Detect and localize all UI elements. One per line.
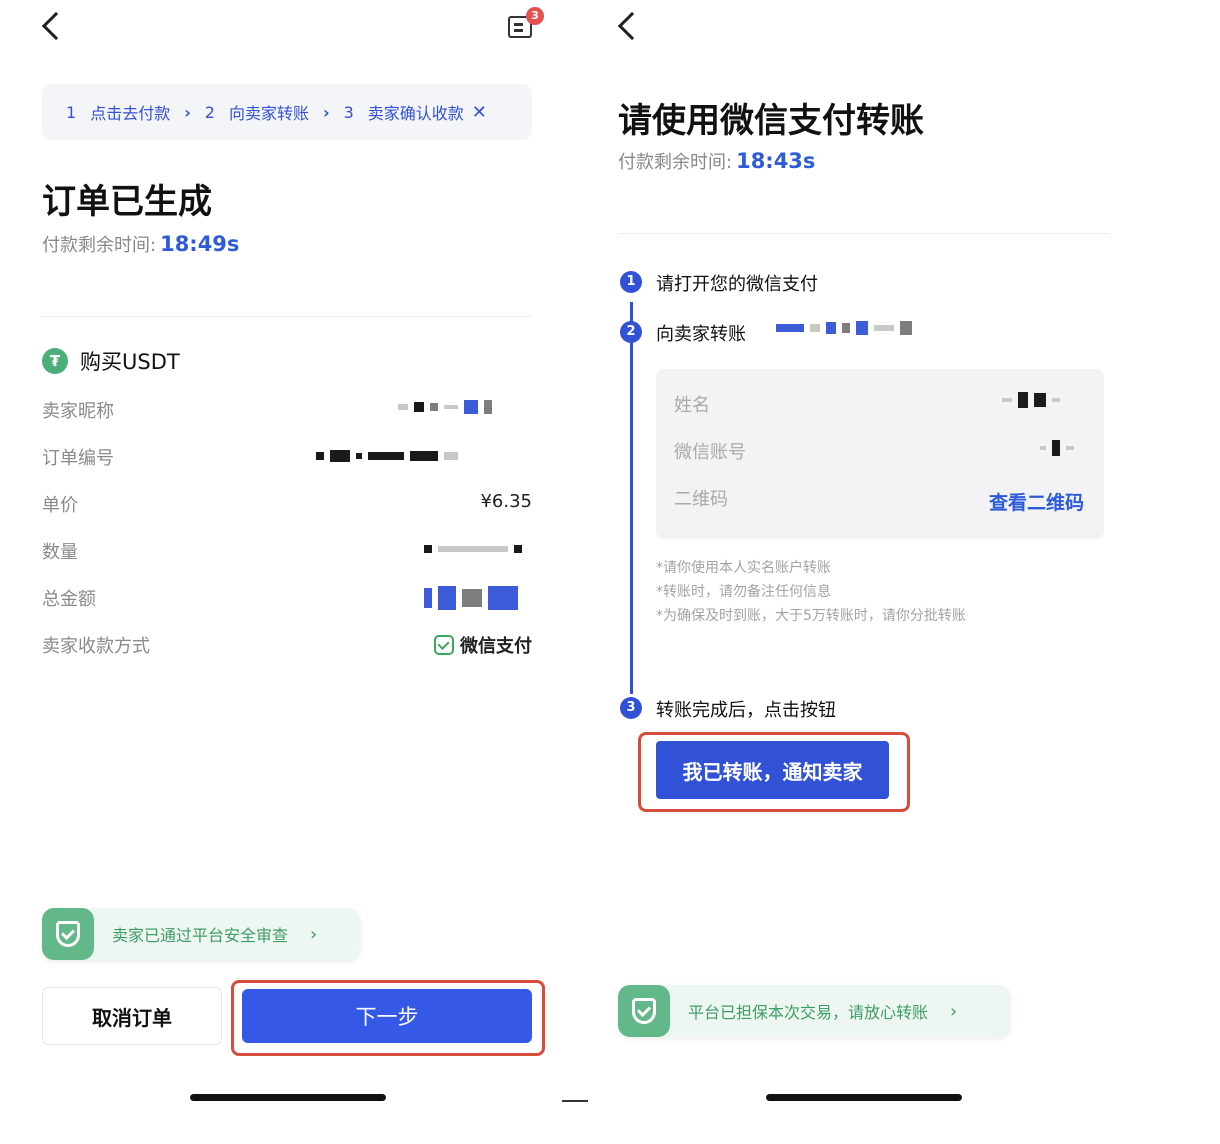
- payment-method-text: 微信支付: [460, 636, 532, 657]
- wechat-account-redacted: [1040, 440, 1074, 456]
- guarantee-text: 平台已担保本次交易，请放心转账: [688, 1003, 929, 1022]
- home-indicator: [190, 1094, 386, 1101]
- order-number-label: 订单编号: [42, 448, 114, 469]
- cancel-order-button[interactable]: 取消订单: [42, 987, 222, 1045]
- quantity-label: 数量: [42, 542, 78, 563]
- step-banner: 1 点击去付款 › 2 向卖家转账 › 3 卖家确认收款 ✕: [42, 84, 532, 140]
- next-step-button[interactable]: 下一步: [242, 989, 532, 1043]
- shield-icon-box: [618, 985, 670, 1037]
- name-redacted: [1002, 392, 1060, 408]
- step-2-circle: 2: [620, 321, 642, 343]
- payment-timer: 付款剩余时间: 18:49s: [42, 231, 239, 257]
- note-item: *为确保及时到账，大于5万转账时，请你分批转账: [656, 608, 966, 624]
- transfer-notes: *请你使用本人实名账户转账 *转账时，请勿备注任何信息 *为确保及时到账，大于5…: [656, 556, 966, 628]
- shield-check-icon: [632, 998, 656, 1024]
- divider: [42, 316, 532, 317]
- seller-nickname-label: 卖家昵称: [42, 401, 114, 422]
- view-qr-code-link[interactable]: 查看二维码: [989, 488, 1084, 515]
- step-3-circle: 3: [620, 697, 642, 719]
- chevron-right-icon: ›: [323, 102, 330, 122]
- timer-label: 付款剩余时间:: [618, 152, 733, 173]
- wechat-account-label: 微信账号: [674, 442, 746, 463]
- total-amount-redacted: [424, 586, 518, 610]
- timer-label: 付款剩余时间:: [42, 235, 157, 256]
- shield-icon-box: [42, 908, 94, 960]
- payment-method-value: 微信支付: [434, 632, 532, 658]
- timer-value: 18:43s: [736, 149, 816, 173]
- step-1-label: 点击去付款: [90, 104, 171, 123]
- total-amount-label: 总金额: [42, 589, 96, 610]
- name-label: 姓名: [674, 395, 710, 416]
- step-timeline: [630, 302, 633, 694]
- security-text: 卖家已通过平台安全审查: [112, 926, 289, 945]
- step-3-text: 转账完成后，点击按钮: [656, 700, 836, 721]
- step-3-label: 卖家确认收款: [367, 104, 464, 123]
- shield-check-icon: [56, 921, 80, 947]
- page-title: 订单已生成: [42, 182, 212, 222]
- step-1-text: 请打开您的微信支付: [656, 274, 818, 295]
- transfer-title: 请使用微信支付转账: [618, 101, 924, 141]
- order-number-redacted: [316, 450, 458, 462]
- back-chevron-icon[interactable]: [41, 11, 71, 41]
- seller-account-redacted: [776, 321, 912, 335]
- chevron-right-icon: ›: [950, 1000, 958, 1022]
- separator-dash: [562, 1100, 588, 1102]
- message-badge: 3: [526, 7, 544, 25]
- quantity-redacted: [424, 545, 522, 553]
- step-2-num: 2: [204, 102, 215, 122]
- step-2-label: 向卖家转账: [228, 104, 309, 123]
- transfer-timer: 付款剩余时间: 18:43s: [618, 148, 815, 174]
- step-3-num: 3: [343, 102, 354, 122]
- timer-value: 18:49s: [160, 232, 240, 256]
- note-item: *转账时，请勿备注任何信息: [656, 584, 831, 600]
- guarantee-pill[interactable]: 平台已担保本次交易，请放心转账 ›: [618, 985, 1010, 1037]
- chevron-right-icon: ›: [184, 102, 191, 122]
- chevron-right-icon: ›: [310, 923, 318, 945]
- section-title: 购买USDT: [80, 350, 180, 374]
- step-1-circle: 1: [620, 271, 642, 293]
- back-chevron-icon[interactable]: [617, 11, 647, 41]
- seller-nickname-redacted: [398, 400, 492, 414]
- wechat-pay-icon: [434, 635, 454, 655]
- payment-method-label: 卖家收款方式: [42, 636, 150, 657]
- unit-price-value: ¥6.35: [480, 491, 532, 512]
- step-2-text: 向卖家转账: [656, 324, 746, 345]
- home-indicator: [766, 1094, 962, 1101]
- order-screen: 3 1 点击去付款 › 2 向卖家转账 › 3 卖家确认收款 ✕ 订单已生成 付…: [0, 0, 580, 1144]
- close-icon[interactable]: ✕: [472, 102, 487, 123]
- transferred-notify-seller-button[interactable]: 我已转账，通知卖家: [656, 741, 889, 799]
- step-1-num: 1: [66, 102, 77, 122]
- note-item: *请你使用本人实名账户转账: [656, 560, 831, 576]
- seller-security-pill[interactable]: 卖家已通过平台安全审查 ›: [42, 908, 360, 960]
- unit-price-label: 单价: [42, 495, 78, 516]
- qr-code-label: 二维码: [674, 489, 728, 510]
- usdt-icon: ₮: [42, 348, 68, 374]
- divider: [618, 233, 1110, 234]
